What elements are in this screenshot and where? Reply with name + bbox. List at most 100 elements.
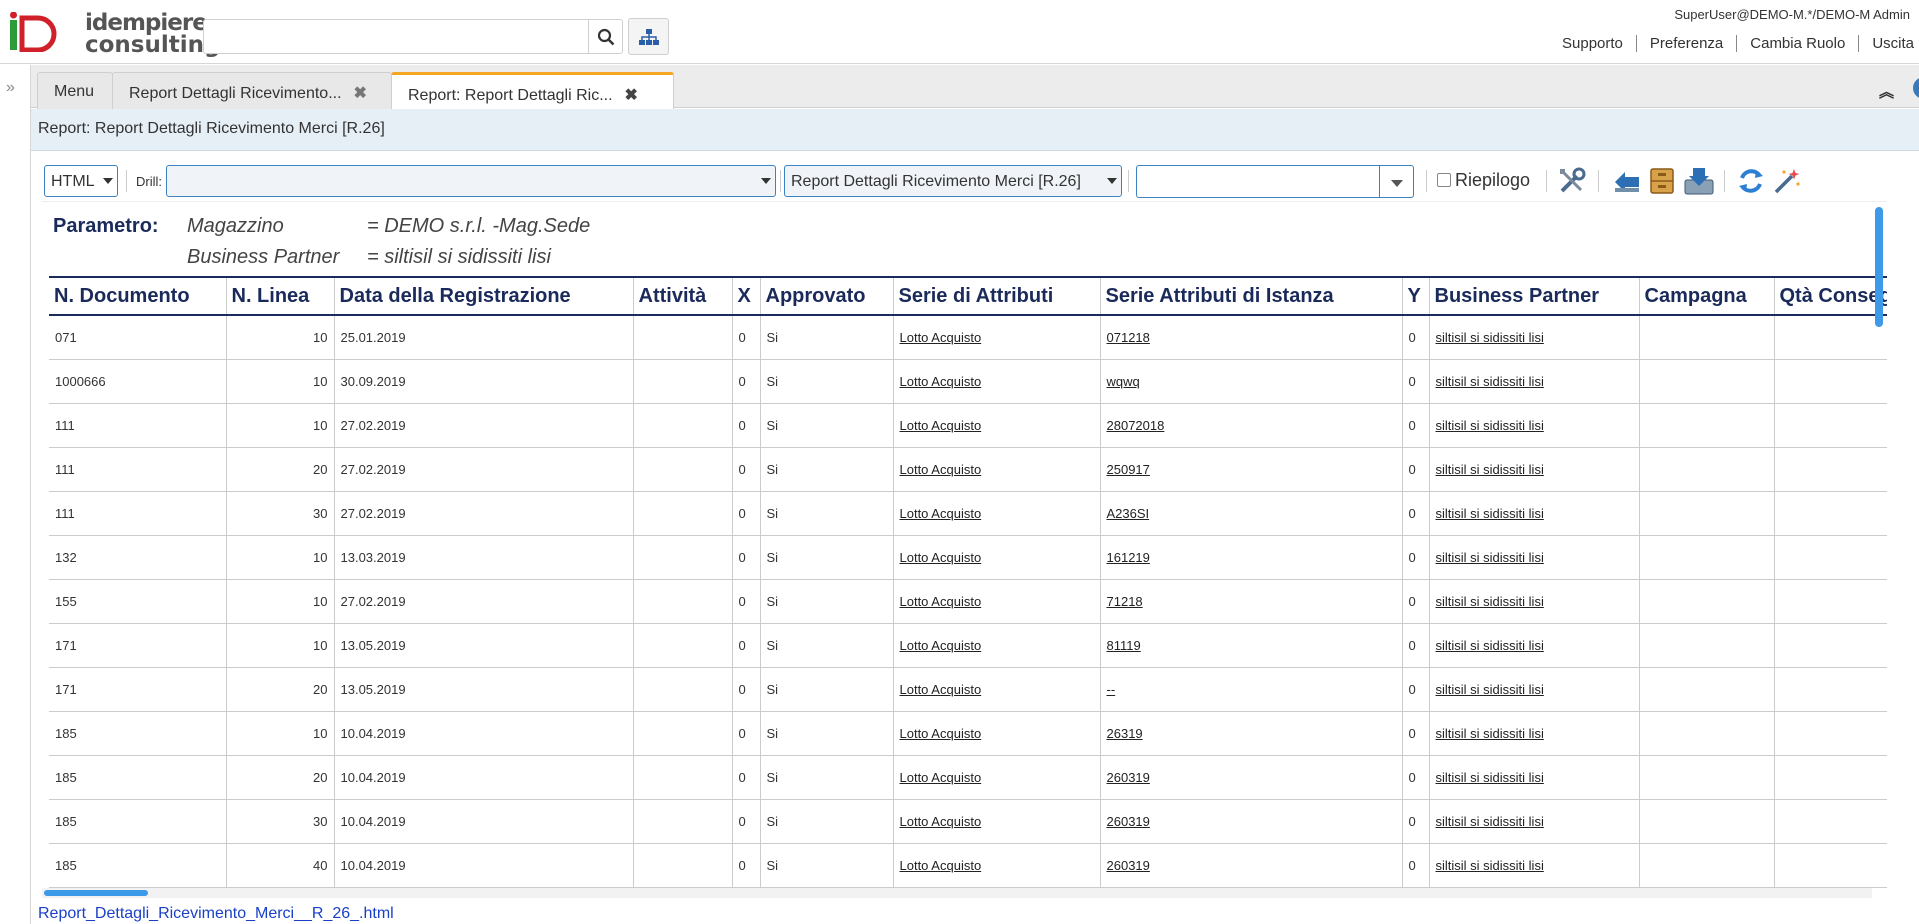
collapse-header-icon[interactable]: ︽ — [1879, 81, 1894, 102]
criteria-combobox-input[interactable] — [1136, 165, 1380, 198]
table-cell-link[interactable]: Lotto Acquisto — [893, 315, 1101, 360]
table-row: 185 30 10.04.2019 0 Si Lotto Acquisto 260319 0 s… — [49, 799, 1887, 844]
table-cell-link[interactable]: siltisil si sidissiti lisi — [1429, 535, 1640, 580]
table-cell-link[interactable]: siltisil si sidissiti lisi — [1429, 315, 1640, 360]
customize-report-button[interactable] — [1555, 164, 1589, 198]
table-cell-link[interactable]: -- — [1100, 667, 1403, 712]
table-cell-link[interactable]: Lotto Acquisto — [893, 711, 1101, 756]
refresh-button[interactable] — [1734, 164, 1768, 198]
table-cell: Si — [760, 491, 894, 536]
table-cell-link[interactable]: siltisil si sidissiti lisi — [1429, 799, 1640, 844]
table-cell-link[interactable]: siltisil si sidissiti lisi — [1429, 623, 1640, 668]
table-cell-link[interactable]: siltisil si sidissiti lisi — [1429, 667, 1640, 712]
export-button[interactable] — [1682, 164, 1716, 198]
tab-report-viewer[interactable]: Report: Report Dettagli Ric... ✖ — [391, 72, 674, 110]
table-cell-link[interactable]: Lotto Acquisto — [893, 623, 1101, 668]
search-button[interactable] — [588, 19, 623, 54]
table-cell-link[interactable]: 250917 — [1100, 447, 1403, 492]
help-icon[interactable]: ? — [1913, 77, 1919, 99]
table-cell — [633, 315, 733, 360]
table-cell-link[interactable]: siltisil si sidissiti lisi — [1429, 359, 1640, 404]
close-icon[interactable]: ✖ — [354, 85, 367, 102]
close-icon[interactable]: ✖ — [625, 87, 638, 104]
horizontal-scrollbar-track[interactable] — [42, 888, 1872, 898]
table-cell-link[interactable]: 260319 — [1100, 799, 1403, 844]
table-cell-link[interactable]: siltisil si sidissiti lisi — [1429, 843, 1640, 888]
chevron-down-icon — [1391, 180, 1403, 187]
table-cell-link[interactable]: Lotto Acquisto — [893, 535, 1101, 580]
table-cell: Si — [760, 447, 894, 492]
table-cell-link[interactable]: Lotto Acquisto — [893, 403, 1101, 448]
table-cell-link[interactable]: siltisil si sidissiti lisi — [1429, 579, 1640, 624]
table-cell-link[interactable]: Lotto Acquisto — [893, 579, 1101, 624]
table-cell: 30 — [226, 799, 335, 844]
tab-menu[interactable]: Menu — [37, 72, 113, 109]
table-cell: 0 — [732, 359, 761, 404]
table-cell-link[interactable]: Lotto Acquisto — [893, 799, 1101, 844]
table-cell-link[interactable]: wqwq — [1100, 359, 1403, 404]
table-cell-link[interactable]: Lotto Acquisto — [893, 667, 1101, 712]
table-cell-link[interactable]: 260319 — [1100, 755, 1403, 800]
table-cell-link[interactable]: 81119 — [1100, 623, 1403, 668]
table-cell-link[interactable]: 161219 — [1100, 535, 1403, 580]
table-cell-link[interactable]: siltisil si sidissiti lisi — [1429, 491, 1640, 536]
table-cell-link[interactable]: 071218 — [1100, 315, 1403, 360]
link-uscita[interactable]: Uscita — [1859, 35, 1919, 52]
table-cell — [1774, 799, 1887, 844]
table-cell-link[interactable]: Lotto Acquisto — [893, 755, 1101, 800]
table-header-row: N. Documento N. Linea Data della Registraz… — [49, 276, 1887, 316]
table-cell-link[interactable]: A236SI — [1100, 491, 1403, 536]
horizontal-scrollbar[interactable] — [44, 890, 148, 896]
table-cell-link[interactable]: Lotto Acquisto — [893, 447, 1101, 492]
table-cell: 0 — [732, 667, 761, 712]
wizard-button[interactable] — [1770, 164, 1804, 198]
global-search-input[interactable] — [203, 19, 589, 54]
tab-report-window[interactable]: Report Dettagli Ricevimento... ✖ — [112, 72, 392, 109]
table-cell-link[interactable]: Lotto Acquisto — [893, 843, 1101, 888]
table-cell-link[interactable]: Lotto Acquisto — [893, 491, 1101, 536]
table-cell — [633, 359, 733, 404]
archived-reports-button[interactable] — [1645, 164, 1679, 198]
menu-tree-button[interactable] — [628, 18, 669, 55]
link-preferenza[interactable]: Preferenza — [1637, 35, 1738, 52]
table-cell-link[interactable]: siltisil si sidissiti lisi — [1429, 403, 1640, 448]
table-cell-link[interactable]: 260319 — [1100, 843, 1403, 888]
print-format-select[interactable]: Report Dettagli Ricevimento Merci [R.26] — [784, 165, 1122, 197]
column-header: Data della Registrazione — [334, 276, 634, 316]
idempiere-logo[interactable]: idempiere consulting — [8, 6, 220, 60]
column-header: Serie di Attributi — [893, 276, 1101, 316]
table-cell-link[interactable]: siltisil si sidissiti lisi — [1429, 711, 1640, 756]
table-cell: 27.02.2019 — [334, 403, 634, 448]
table-cell-link[interactable]: 26319 — [1100, 711, 1403, 756]
divider — [126, 170, 127, 192]
expand-panel-icon[interactable]: » — [6, 79, 15, 97]
vertical-scrollbar[interactable] — [1875, 207, 1883, 327]
table-cell: 0 — [1402, 843, 1430, 888]
link-cambia-ruolo[interactable]: Cambia Ruolo — [1737, 35, 1860, 52]
upload-archive-icon — [1615, 172, 1639, 192]
column-header: Business Partner — [1429, 276, 1640, 316]
report-file-link[interactable]: Report_Dettagli_Ricevimento_Merci__R_26_… — [38, 905, 394, 923]
table-cell-link[interactable]: siltisil si sidissiti lisi — [1429, 447, 1640, 492]
column-header: N. Documento — [49, 276, 227, 316]
table-cell: 185 — [49, 843, 227, 888]
summary-checkbox[interactable] — [1437, 173, 1451, 187]
table-cell-link[interactable]: 71218 — [1100, 579, 1403, 624]
archive-button[interactable] — [1610, 164, 1644, 198]
table-cell — [1639, 315, 1775, 360]
divider — [1598, 170, 1599, 192]
report-content[interactable]: Parametro: Magazzino = DEMO s.r.l. -Mag.S… — [42, 203, 1887, 888]
table-row: 071 10 25.01.2019 0 Si Lotto Acquisto 071218 0 s… — [49, 315, 1887, 360]
table-cell-link[interactable]: 28072018 — [1100, 403, 1403, 448]
link-supporto[interactable]: Supporto — [1549, 35, 1637, 52]
table-cell: 10 — [226, 579, 335, 624]
table-cell: 40 — [226, 843, 335, 888]
format-select[interactable]: HTML — [44, 165, 118, 197]
drill-select[interactable] — [166, 165, 776, 197]
table-cell-link[interactable]: siltisil si sidissiti lisi — [1429, 755, 1640, 800]
column-header: Y — [1402, 276, 1430, 316]
table-cell: 185 — [49, 799, 227, 844]
table-cell: 0 — [732, 535, 761, 580]
combobox-dropdown-button[interactable] — [1380, 165, 1414, 198]
table-cell-link[interactable]: Lotto Acquisto — [893, 359, 1101, 404]
